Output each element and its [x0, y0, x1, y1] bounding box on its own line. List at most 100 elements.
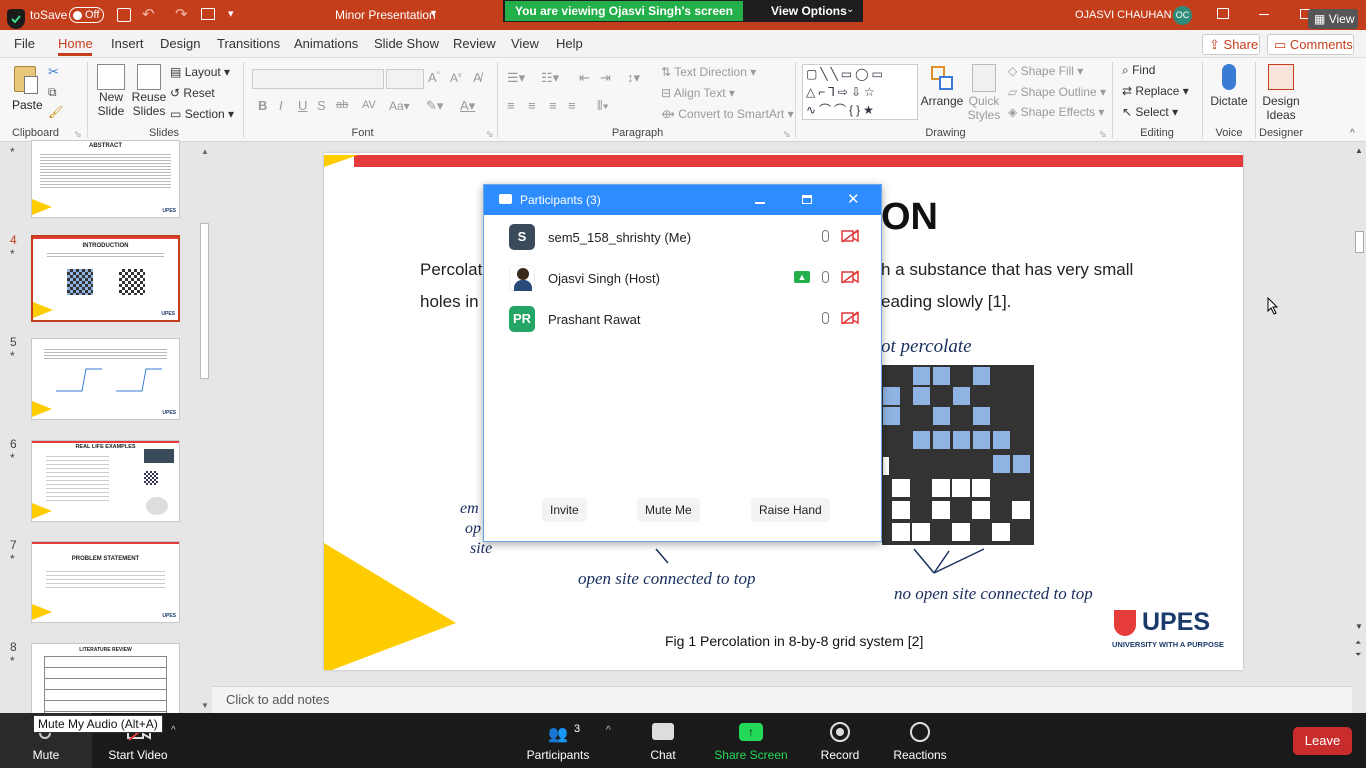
- tab-slide-show[interactable]: Slide Show: [374, 36, 439, 51]
- arrange-button[interactable]: Arrange: [920, 64, 964, 108]
- thumbnail-scrollbar[interactable]: ▲ ▼: [198, 145, 211, 711]
- reset-button[interactable]: ↺ Reset: [170, 86, 215, 100]
- microphone-icon[interactable]: [822, 271, 829, 283]
- paste-button[interactable]: Paste: [10, 64, 43, 122]
- mute-me-button[interactable]: Mute Me: [637, 498, 700, 522]
- view-options-button[interactable]: View Options: [771, 4, 847, 18]
- clear-format-icon[interactable]: A̸: [473, 70, 482, 85]
- slide-thumbnail[interactable]: ABSTRACT UPES: [31, 140, 180, 218]
- participant-row[interactable]: S sem5_158_shrishty (Me): [484, 217, 881, 257]
- dialog-launcher-icon[interactable]: ⬂: [783, 129, 791, 140]
- raise-hand-button[interactable]: Raise Hand: [751, 498, 830, 522]
- slide-thumbnail[interactable]: UPES: [31, 338, 180, 420]
- strikethrough-button[interactable]: ab: [336, 99, 348, 111]
- participant-row[interactable]: PR Prashant Rawat: [484, 299, 881, 339]
- tab-view[interactable]: View: [511, 36, 539, 51]
- align-left-icon[interactable]: ≡: [507, 98, 515, 113]
- scroll-thumb[interactable]: [200, 223, 209, 379]
- save-icon[interactable]: [117, 8, 131, 22]
- cut-icon[interactable]: ✂: [48, 64, 59, 80]
- format-painter-icon[interactable]: 🖌: [48, 105, 63, 119]
- new-slide-button[interactable]: New Slide: [92, 64, 130, 118]
- text-direction-button[interactable]: ⇅ Text Direction ▾: [661, 65, 756, 79]
- zoom-view-button[interactable]: ▦ View: [1308, 9, 1358, 29]
- redo-icon[interactable]: ↷: [175, 5, 188, 23]
- change-case-icon[interactable]: Aa▾: [389, 99, 410, 113]
- video-off-icon[interactable]: [841, 311, 859, 325]
- slide-body-text[interactable]: Percolat: [420, 260, 482, 280]
- scroll-up-icon[interactable]: ▲: [201, 147, 209, 156]
- tab-home[interactable]: Home: [58, 36, 93, 51]
- highlight-icon[interactable]: ✎▾: [426, 98, 443, 114]
- line-spacing-icon[interactable]: ↕▾: [627, 70, 640, 86]
- font-color-icon[interactable]: A▾: [460, 98, 475, 114]
- align-text-button[interactable]: ⊟ Align Text ▾: [661, 86, 735, 100]
- slide-title[interactable]: ON: [881, 196, 938, 239]
- section-button[interactable]: ▭ Section ▾: [170, 107, 234, 121]
- scroll-up-icon[interactable]: ▲: [1355, 146, 1363, 155]
- user-name[interactable]: OJASVI CHAUHAN: [1075, 9, 1172, 21]
- tab-help[interactable]: Help: [556, 36, 583, 51]
- reactions-button[interactable]: Reactions: [884, 713, 956, 768]
- numbering-icon[interactable]: ☷▾: [541, 70, 559, 86]
- decrease-indent-icon[interactable]: ⇤: [579, 70, 590, 86]
- align-right-icon[interactable]: ≡: [549, 98, 557, 113]
- select-button[interactable]: ↖ Select ▾: [1122, 105, 1178, 119]
- replace-button[interactable]: ⇄ Replace ▾: [1122, 84, 1189, 98]
- shape-effects-button[interactable]: ◈ Shape Effects ▾: [1008, 105, 1104, 119]
- underline-button[interactable]: U: [298, 98, 307, 113]
- present-icon[interactable]: [201, 8, 215, 20]
- shrink-font-icon[interactable]: Av: [450, 71, 462, 85]
- participants-dialog-header[interactable]: Participants (3) ✕: [484, 185, 881, 215]
- comments-button[interactable]: ▭ Comments: [1267, 34, 1354, 55]
- quick-styles-button[interactable]: Quick Styles: [964, 64, 1004, 122]
- prev-slide-icon[interactable]: ⏶: [1355, 638, 1361, 648]
- shadow-button[interactable]: S: [317, 98, 326, 113]
- video-off-icon[interactable]: [841, 270, 859, 284]
- share-screen-button[interactable]: ↑ Share Screen: [710, 713, 792, 768]
- notes-placeholder[interactable]: Click to add notes: [226, 692, 329, 707]
- tab-insert[interactable]: Insert: [111, 36, 144, 51]
- grow-font-icon[interactable]: A^: [428, 70, 440, 85]
- bold-button[interactable]: B: [258, 98, 267, 113]
- shapes-gallery[interactable]: ▢╲╲▭◯▭ △⌐⅂⇨⇩☆ ∿⌒⌒{}★: [802, 64, 918, 120]
- increase-indent-icon[interactable]: ⇥: [600, 70, 611, 86]
- tab-animations[interactable]: Animations: [294, 36, 358, 51]
- microphone-icon[interactable]: [822, 312, 829, 324]
- editor-scrollbar[interactable]: ▲ ▼ ⏶ ⏷: [1352, 143, 1366, 663]
- participants-button[interactable]: 👥 3 Participants: [520, 713, 596, 768]
- tab-file[interactable]: File: [14, 36, 35, 51]
- tab-design[interactable]: Design: [160, 36, 200, 51]
- slide-thumbnail-selected[interactable]: INTRODUCTION UPES: [31, 235, 180, 322]
- avatar[interactable]: OC: [1173, 6, 1192, 25]
- scroll-down-icon[interactable]: ▼: [201, 701, 209, 710]
- invite-button[interactable]: Invite: [542, 498, 587, 522]
- design-ideas-button[interactable]: Design Ideas: [1259, 64, 1303, 122]
- shape-outline-button[interactable]: ▱ Shape Outline ▾: [1008, 85, 1106, 99]
- dictate-button[interactable]: Dictate: [1207, 64, 1251, 108]
- slide-body-text[interactable]: h a substance that has very small: [881, 260, 1133, 280]
- scroll-thumb[interactable]: [1355, 231, 1364, 253]
- bullets-icon[interactable]: ☰▾: [507, 70, 525, 86]
- font-size-select[interactable]: [386, 69, 424, 89]
- dialog-launcher-icon[interactable]: ⬂: [1099, 129, 1107, 140]
- tab-transitions[interactable]: Transitions: [217, 36, 280, 51]
- ribbon-display-icon[interactable]: [1217, 8, 1229, 19]
- document-title[interactable]: Minor Presentation: [335, 8, 436, 22]
- participant-row[interactable]: Ojasvi Singh (Host) ▲: [484, 258, 881, 298]
- slide-body-text[interactable]: eading slowly [1].: [881, 292, 1011, 312]
- italic-button[interactable]: I: [279, 98, 283, 113]
- copy-icon[interactable]: ⧉: [48, 85, 57, 100]
- find-button[interactable]: ⌕ Find: [1122, 63, 1155, 78]
- figure-caption[interactable]: Fig 1 Percolation in 8-by-8 grid system …: [665, 633, 923, 649]
- align-center-icon[interactable]: ≡: [528, 98, 536, 113]
- maximize-icon[interactable]: [802, 195, 812, 204]
- tab-review[interactable]: Review: [453, 36, 496, 51]
- customize-qat-icon[interactable]: ▾: [228, 7, 234, 20]
- participants-options-chevron-icon[interactable]: ^: [606, 725, 611, 736]
- minimize-icon[interactable]: [755, 202, 765, 204]
- shape-fill-button[interactable]: ◇ Shape Fill ▾: [1008, 64, 1083, 78]
- slide-thumbnail[interactable]: REAL LIFE EXAMPLES: [31, 440, 180, 522]
- slide-thumbnail[interactable]: PROBLEM STATEMENT UPES: [31, 541, 180, 623]
- collapse-ribbon-icon[interactable]: ^: [1350, 128, 1355, 139]
